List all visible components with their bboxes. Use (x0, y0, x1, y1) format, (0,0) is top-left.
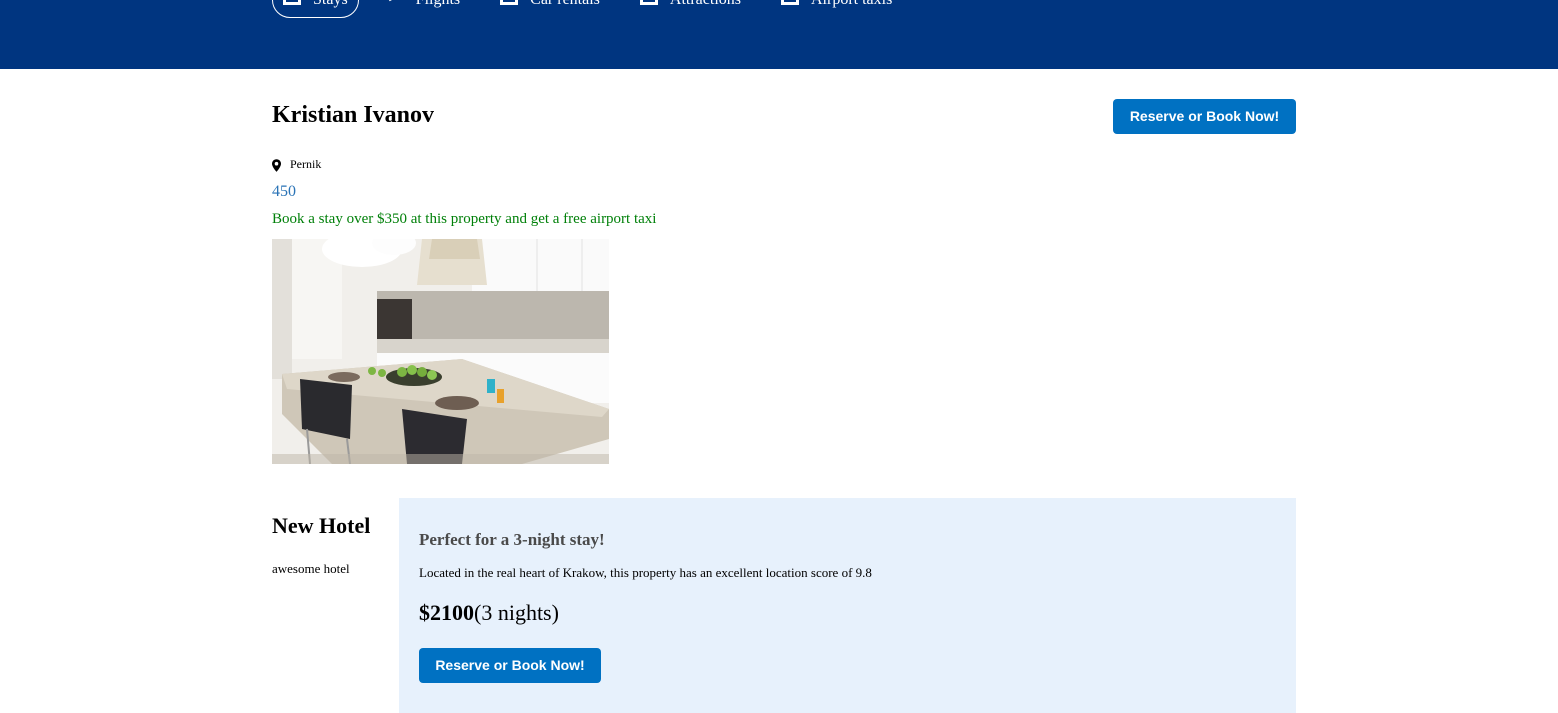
hotel-name: Kristian Ivanov (272, 102, 435, 128)
nav-item-attractions[interactable]: Attractions (629, 0, 754, 18)
hotel-price: 450 (272, 183, 296, 200)
offer-card: Perfect for a 3-night stay! Located in t… (399, 498, 1296, 713)
top-header: Stays Flights Car rentals Attractions Ai… (0, 0, 1558, 69)
plane-icon (386, 0, 404, 7)
nav-item-flights[interactable]: Flights (375, 0, 473, 18)
nav-item-label: Airport taxis (811, 0, 892, 9)
nav-bar: Stays Flights Car rentals Attractions Ai… (272, 0, 921, 18)
offer-description: Located in the real heart of Krakow, thi… (419, 565, 872, 580)
car-icon (500, 0, 519, 7)
taxi-promo: Book a stay over $350 at this property a… (272, 211, 657, 227)
hotel-photo[interactable] (272, 239, 609, 464)
nav-item-label: Car rentals (530, 0, 600, 9)
offer-reserve-button[interactable]: Reserve or Book Now! (419, 648, 601, 683)
location-pin-icon (272, 159, 281, 172)
attraction-icon (639, 0, 658, 7)
second-hotel-description: awesome hotel (272, 561, 350, 576)
kitchen-photo (272, 239, 609, 464)
offer-title: Perfect for a 3-night stay! (419, 530, 605, 549)
nav-item-label: Attractions (670, 0, 741, 9)
nav-item-airport-taxis[interactable]: Airport taxis (770, 0, 905, 18)
nav-item-label: Stays (313, 0, 348, 9)
second-hotel-name: New Hotel (272, 513, 371, 538)
bed-icon (283, 0, 301, 7)
offer-price: $2100 (419, 600, 474, 625)
nav-item-label: Flights (416, 0, 460, 9)
location-text: Pernik (290, 157, 322, 171)
offer-nights: (3 nights) (474, 600, 559, 625)
reserve-button[interactable]: Reserve or Book Now! (1113, 99, 1296, 134)
hotel-location: Pernik (272, 157, 321, 172)
offer-price-line: $2100(3 nights) (419, 600, 559, 626)
nav-item-car-rentals[interactable]: Car rentals (489, 0, 613, 18)
taxi-icon (780, 0, 799, 7)
nav-item-stays[interactable]: Stays (272, 0, 359, 18)
